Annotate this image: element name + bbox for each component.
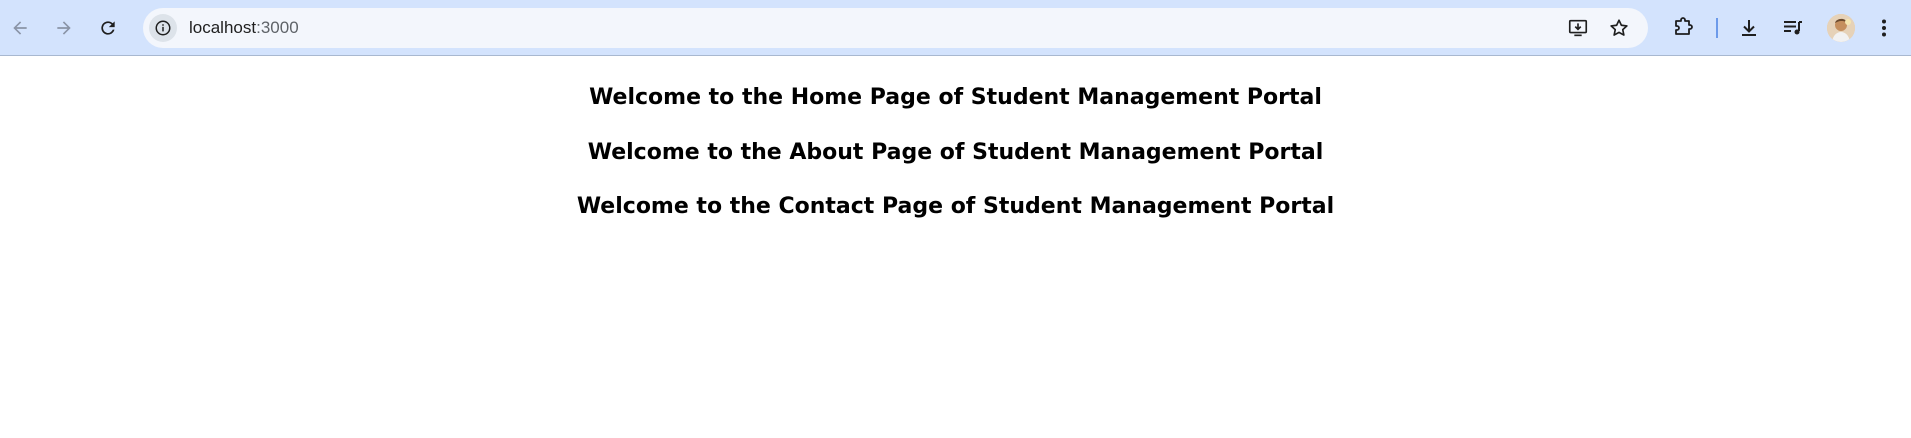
arrow-right-icon [57,21,71,35]
site-info-button[interactable] [149,14,177,42]
downloads-button[interactable] [1733,12,1765,44]
arrow-left-icon [13,21,27,35]
kebab-menu-icon [1882,19,1886,37]
star-icon [1610,19,1628,36]
reload-button[interactable] [90,10,126,46]
download-icon [1742,20,1756,36]
contact-heading: Welcome to the Contact Page of Student M… [576,194,1335,219]
bookmark-button[interactable] [1607,16,1631,40]
forward-button[interactable] [46,10,82,46]
toolbar-divider [1716,18,1718,38]
reload-icon [101,21,115,35]
url-port: :3000 [256,18,299,37]
install-app-button[interactable] [1566,16,1590,40]
info-icon [155,20,171,36]
media-button[interactable] [1777,12,1809,44]
media-queue-icon [1784,21,1802,35]
avatar-image [1827,14,1855,42]
profile-avatar[interactable] [1827,14,1855,42]
back-button[interactable] [2,10,38,46]
url-host: localhost [189,18,257,37]
about-heading: Welcome to the About Page of Student Man… [587,140,1324,165]
install-app-icon [1568,19,1588,37]
url-text[interactable]: localhost:3000 [189,18,299,38]
puzzle-icon [1675,17,1693,35]
browser-toolbar: localhost:3000 [0,0,1911,56]
extensions-button[interactable] [1667,12,1699,44]
home-heading: Welcome to the Home Page of Student Mana… [589,85,1322,110]
browser-menu-button[interactable] [1868,12,1900,44]
address-bar[interactable]: localhost:3000 [143,8,1648,48]
